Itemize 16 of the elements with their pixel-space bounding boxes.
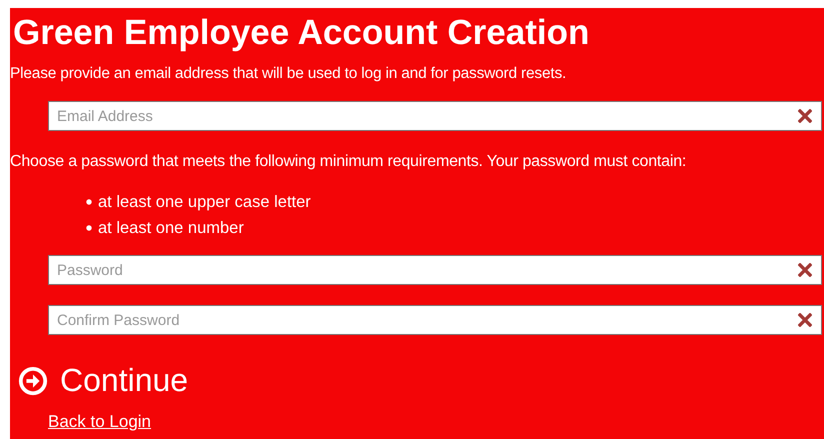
arrow-circle-icon <box>18 366 48 396</box>
bullet-icon <box>86 199 92 205</box>
back-to-login-link[interactable]: Back to Login <box>48 412 152 432</box>
password-field[interactable]: Confirm Password <box>48 305 822 335</box>
clear-icon[interactable] <box>798 109 812 123</box>
requirement-item: at least one upper case letter <box>98 192 311 212</box>
clear-icon[interactable] <box>798 263 812 277</box>
password-field[interactable]: Password <box>48 255 822 285</box>
requirements-text: Choose a password that meets the following minimum requirements. Your password must contain: <box>10 153 686 171</box>
intro-text: Please provide an email address that will be used to log in and for password resets. <box>10 65 566 83</box>
clear-icon[interactable] <box>798 313 812 327</box>
continue-button[interactable]: Continue <box>18 362 188 399</box>
form-title: Green Employee Account Creation <box>13 13 590 53</box>
email-field[interactable]: Email Address <box>48 101 822 131</box>
bullet-icon <box>86 225 92 231</box>
requirement-item: at least one number <box>98 218 244 238</box>
